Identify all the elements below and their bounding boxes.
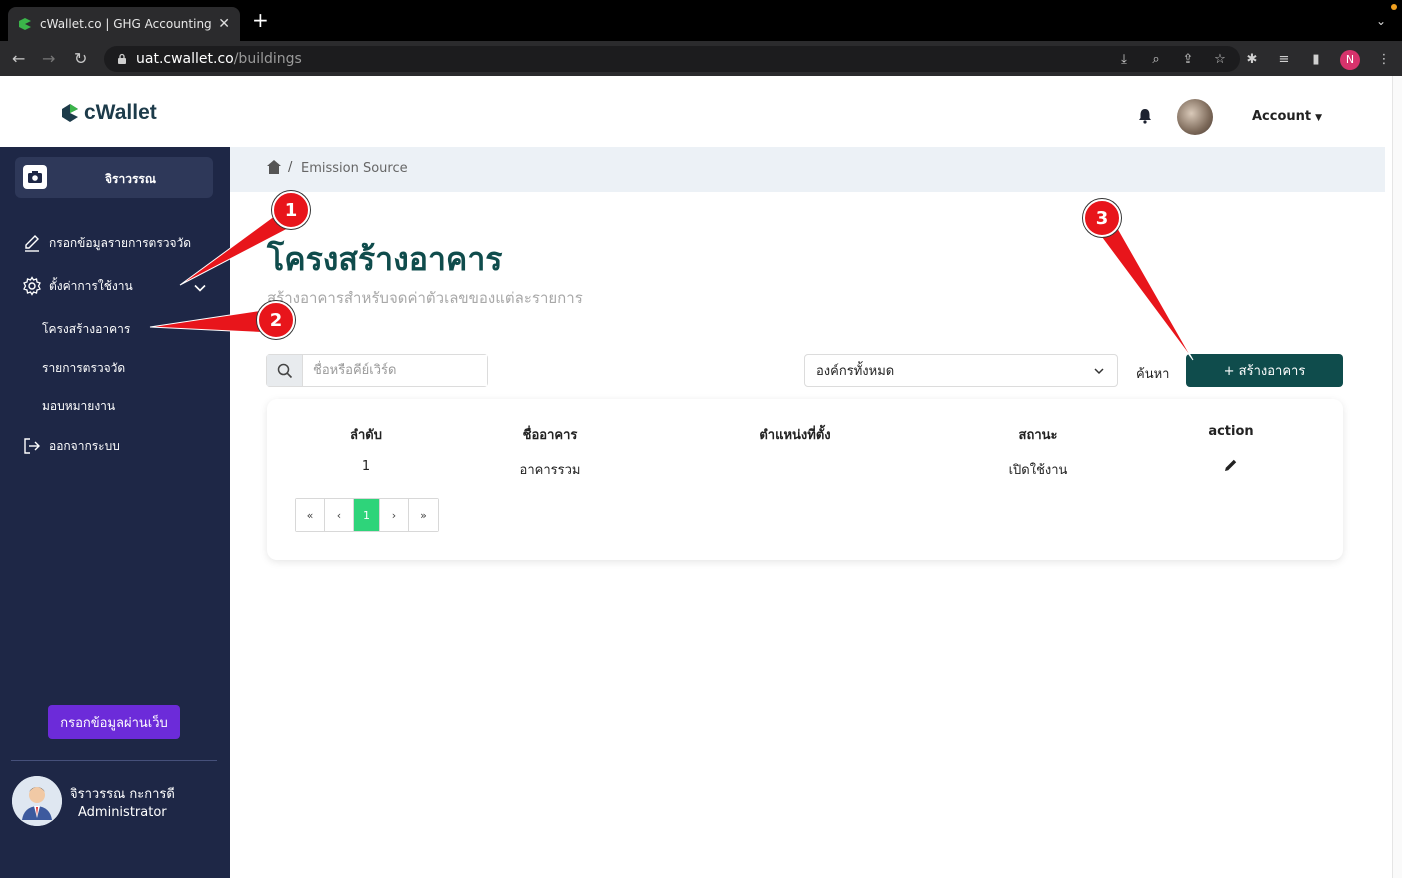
cell-building-name: อาคารรวม (519, 463, 581, 478)
organization-select-value: องค์กรทั้งหมด (816, 364, 895, 379)
account-dropdown[interactable]: Account ▼ (1252, 109, 1322, 124)
toolbar-icons: ⤓ ⌕ ⇪ ☆ ✱ ≡ ▮ N ⋮ (1116, 50, 1392, 70)
header-avatar[interactable] (1177, 99, 1213, 135)
column-header-location: ตำแหน่งที่ตั้ง (759, 428, 831, 443)
bookmark-star-icon[interactable]: ☆ (1212, 52, 1228, 68)
browser-tab[interactable]: cWallet.co | GHG Accounting S ✕ (8, 7, 240, 41)
column-header-status: สถานะ (1018, 428, 1058, 443)
annotation-badge-1: 1 (272, 191, 310, 229)
reading-list-icon[interactable]: ≡ (1276, 52, 1292, 68)
update-dot-icon (1391, 4, 1397, 10)
browser-toolbar: ← → ↻ uat.cwallet.co/buildings ⤓ ⌕ ⇪ ☆ ✱… (0, 41, 1402, 76)
page-title: โครงสร้างอาคาร (267, 240, 503, 278)
lock-icon (118, 53, 126, 64)
sidebar-user-name: จิราวรรณ กะการดี (70, 787, 175, 802)
address-bar[interactable]: uat.cwallet.co/buildings (104, 46, 1240, 72)
annotation-arrow-3 (1093, 217, 1194, 361)
search-group (266, 354, 488, 387)
breadcrumb-separator: / (288, 160, 293, 175)
sidebar-user-avatar[interactable] (12, 776, 62, 826)
sidebar-subitem-building-structure[interactable]: โครงสร้างอาคาร (42, 320, 130, 339)
brand-logo[interactable]: cWallet (60, 101, 157, 125)
sidebar-item-data-entry[interactable]: กรอกข้อมูลรายการตรวจวัด (22, 233, 191, 253)
search-button[interactable]: ค้นหา (1136, 363, 1169, 384)
breadcrumb: / Emission Source (230, 147, 1385, 192)
extensions-icon[interactable]: ✱ (1244, 52, 1260, 68)
pagination-next[interactable]: › (380, 499, 409, 531)
pagination: « ‹ 1 › » (295, 498, 439, 532)
notification-bell-icon[interactable] (1136, 107, 1154, 125)
reload-icon[interactable]: ↻ (74, 49, 87, 68)
search-input[interactable] (303, 355, 487, 386)
cwallet-logo-icon (62, 104, 78, 122)
browser-menu-icon[interactable]: ⋮ (1376, 52, 1392, 68)
logout-icon (24, 438, 40, 454)
url-path: /buildings (233, 51, 302, 67)
chevron-down-icon[interactable] (193, 281, 207, 295)
forward-icon[interactable]: → (42, 49, 55, 68)
pagination-prev[interactable]: ‹ (325, 499, 354, 531)
sidebar-user-chip[interactable]: จิราวรรณ (15, 157, 213, 198)
page-subtitle: สร้างอาคารสำหรับจดค่าตัวเลขของแต่ละรายกา… (267, 289, 583, 307)
tab-close-icon[interactable]: ✕ (218, 16, 230, 32)
annotation-badge-3: 3 (1083, 199, 1121, 237)
url-host: uat.cwallet.co (136, 51, 234, 67)
cwallet-favicon-icon (19, 18, 31, 30)
annotation-badge-2: 2 (257, 301, 295, 339)
caret-down-icon: ▼ (1315, 113, 1323, 123)
account-label: Account (1252, 109, 1312, 124)
column-header-building-name: ชื่ออาคาร (522, 428, 578, 443)
browser-tab-bar: cWallet.co | GHG Accounting S ✕ + ⌄ (0, 0, 1402, 41)
sidebar: จิราวรรณ กรอกข้อมูลรายการตรวจวัด ตั้งค่า… (0, 147, 230, 878)
buildings-table-card: ลำดับ ชื่ออาคาร ตำแหน่งที่ตั้ง สถานะ act… (267, 399, 1343, 560)
home-icon[interactable] (266, 159, 282, 175)
brand-name: cWallet (84, 101, 157, 124)
sidebar-item-label: ออกจากระบบ (49, 438, 120, 453)
pagination-page-current[interactable]: 1 (354, 499, 380, 531)
side-panel-icon[interactable]: ▮ (1308, 52, 1324, 68)
create-building-button[interactable]: + สร้างอาคาร (1186, 354, 1343, 387)
sidebar-subitem-measurement-list[interactable]: รายการตรวจวัด (42, 359, 125, 378)
breadcrumb-current: Emission Source (301, 161, 408, 176)
pencil-icon (25, 235, 39, 252)
sidebar-user-role: Administrator (78, 805, 167, 820)
page-scrollbar[interactable] (1392, 76, 1402, 878)
web-entry-button[interactable]: กรอกข้อมูลผ่านเว็บ (48, 705, 180, 739)
cell-status: เปิดใช้งาน (1008, 463, 1068, 478)
pagination-first[interactable]: « (296, 499, 325, 531)
column-header-order: ลำดับ (350, 428, 382, 443)
share-icon[interactable]: ⇪ (1180, 52, 1196, 68)
sidebar-item-logout[interactable]: ออกจากระบบ (22, 436, 120, 456)
cell-order: 1 (361, 459, 371, 474)
tab-title: cWallet.co | GHG Accounting S (40, 17, 212, 31)
chevron-down-icon (1094, 368, 1104, 375)
camera-icon (23, 165, 47, 189)
tab-search-chevron-icon[interactable]: ⌄ (1376, 14, 1386, 28)
edit-pencil-icon[interactable] (1224, 458, 1238, 472)
sidebar-item-label: ตั้งค่าการใช้งาน (49, 278, 133, 293)
back-icon[interactable]: ← (12, 49, 25, 68)
sidebar-user-chip-name: จิราวรรณ (105, 172, 156, 186)
column-header-action: action (1208, 424, 1254, 439)
pagination-last[interactable]: » (409, 499, 438, 531)
sidebar-item-label: กรอกข้อมูลรายการตรวจวัด (49, 235, 192, 250)
app-root: cWallet.co | GHG Accounting S ✕ + ⌄ ← → … (0, 0, 1402, 878)
sidebar-divider (11, 760, 217, 761)
profile-avatar[interactable]: N (1340, 50, 1360, 70)
search-icon[interactable] (267, 355, 303, 386)
organization-select[interactable]: องค์กรทั้งหมด (804, 354, 1118, 387)
zoom-icon[interactable]: ⌕ (1148, 52, 1164, 68)
gear-icon (23, 276, 41, 296)
sidebar-subitem-assign-work[interactable]: มอบหมายงาน (42, 397, 115, 416)
new-tab-icon[interactable]: + (252, 10, 269, 30)
install-app-icon[interactable]: ⤓ (1116, 52, 1132, 68)
sidebar-item-settings[interactable]: ตั้งค่าการใช้งาน (22, 276, 133, 296)
